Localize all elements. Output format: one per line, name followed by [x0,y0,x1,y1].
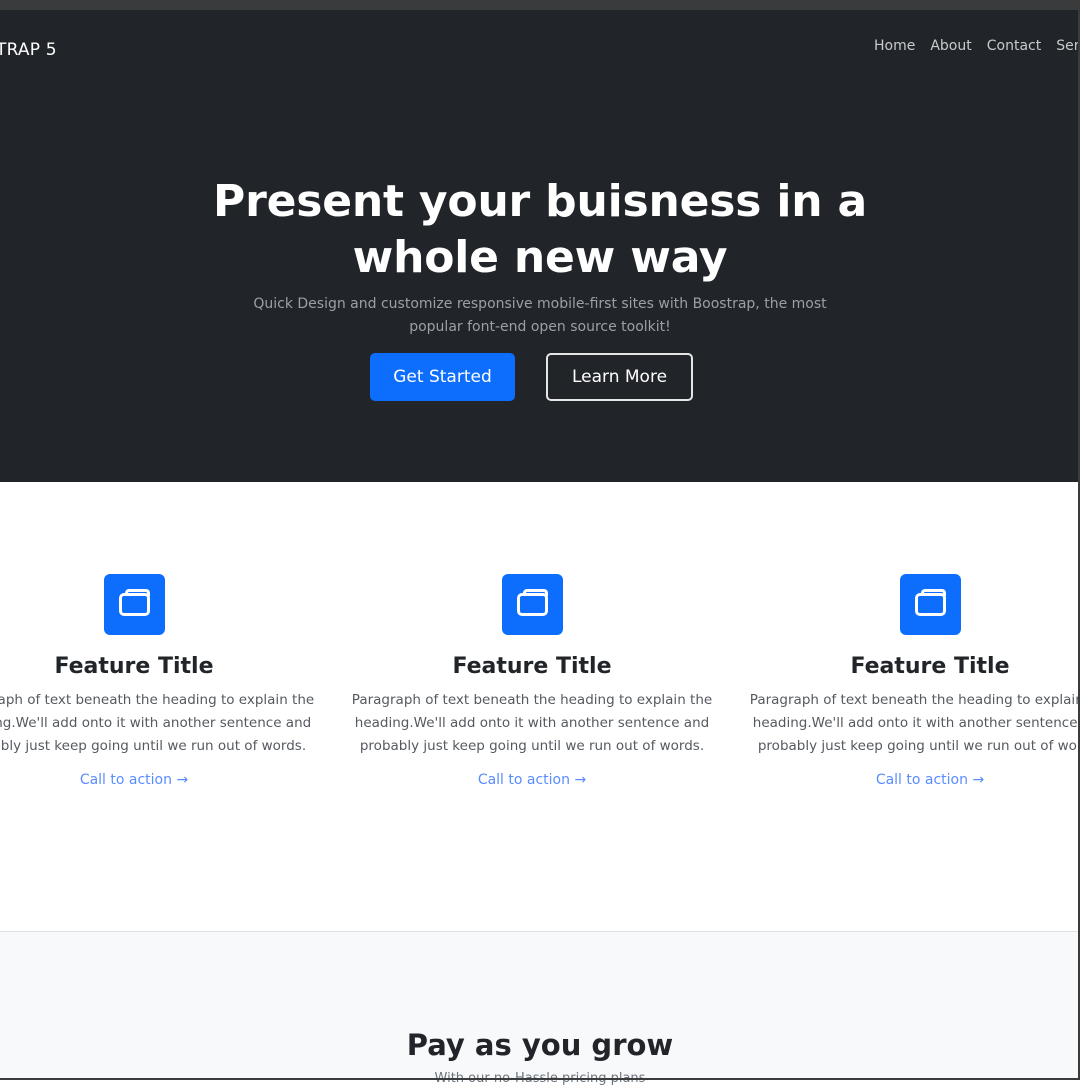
collection-icon [502,574,563,635]
feature-cta-link[interactable]: Call to action → [478,772,586,788]
collection-icon [104,574,165,635]
feature-title: Feature Title [730,653,1080,681]
hero-subtitle: Quick Design and customize responsive mo… [240,293,840,339]
feature-text: Paragraph of text beneath the heading to… [332,689,732,758]
nav-link-contact[interactable]: Contact [987,38,1041,54]
feature-title: Feature Title [332,653,732,681]
browser-top-strip [0,0,1080,10]
navbar-links: Home About Contact Ser [874,38,1079,54]
feature-card: Feature Title Paragraph of text beneath … [332,574,732,788]
feature-text: Paragraph of text beneath the heading to… [0,689,334,758]
feature-card: Feature Title Paragraph of text beneath … [0,574,334,788]
feature-title: Feature Title [0,653,334,681]
pricing-title: Pay as you grow [0,1027,1080,1063]
features-section: Feature Title Paragraph of text beneath … [0,482,1080,932]
nav-link-home[interactable]: Home [874,38,915,54]
get-started-button[interactable]: Get Started [370,353,515,401]
nav-link-services[interactable]: Ser [1056,38,1079,54]
learn-more-button[interactable]: Learn More [546,353,693,401]
collection-icon [900,574,961,635]
hero-section: TRAP 5 Home About Contact Ser Present yo… [0,10,1080,482]
feature-card: Feature Title Paragraph of text beneath … [730,574,1080,788]
hero-title: Present your buisness in a whole new way [190,174,890,286]
pricing-section: Pay as you grow With our no-Hassle prici… [0,931,1080,1080]
feature-cta-link[interactable]: Call to action → [80,772,188,788]
nav-link-about[interactable]: About [930,38,971,54]
feature-text: Paragraph of text beneath the heading to… [730,689,1080,758]
navbar-brand[interactable]: TRAP 5 [0,40,57,60]
feature-cta-link[interactable]: Call to action → [876,772,984,788]
